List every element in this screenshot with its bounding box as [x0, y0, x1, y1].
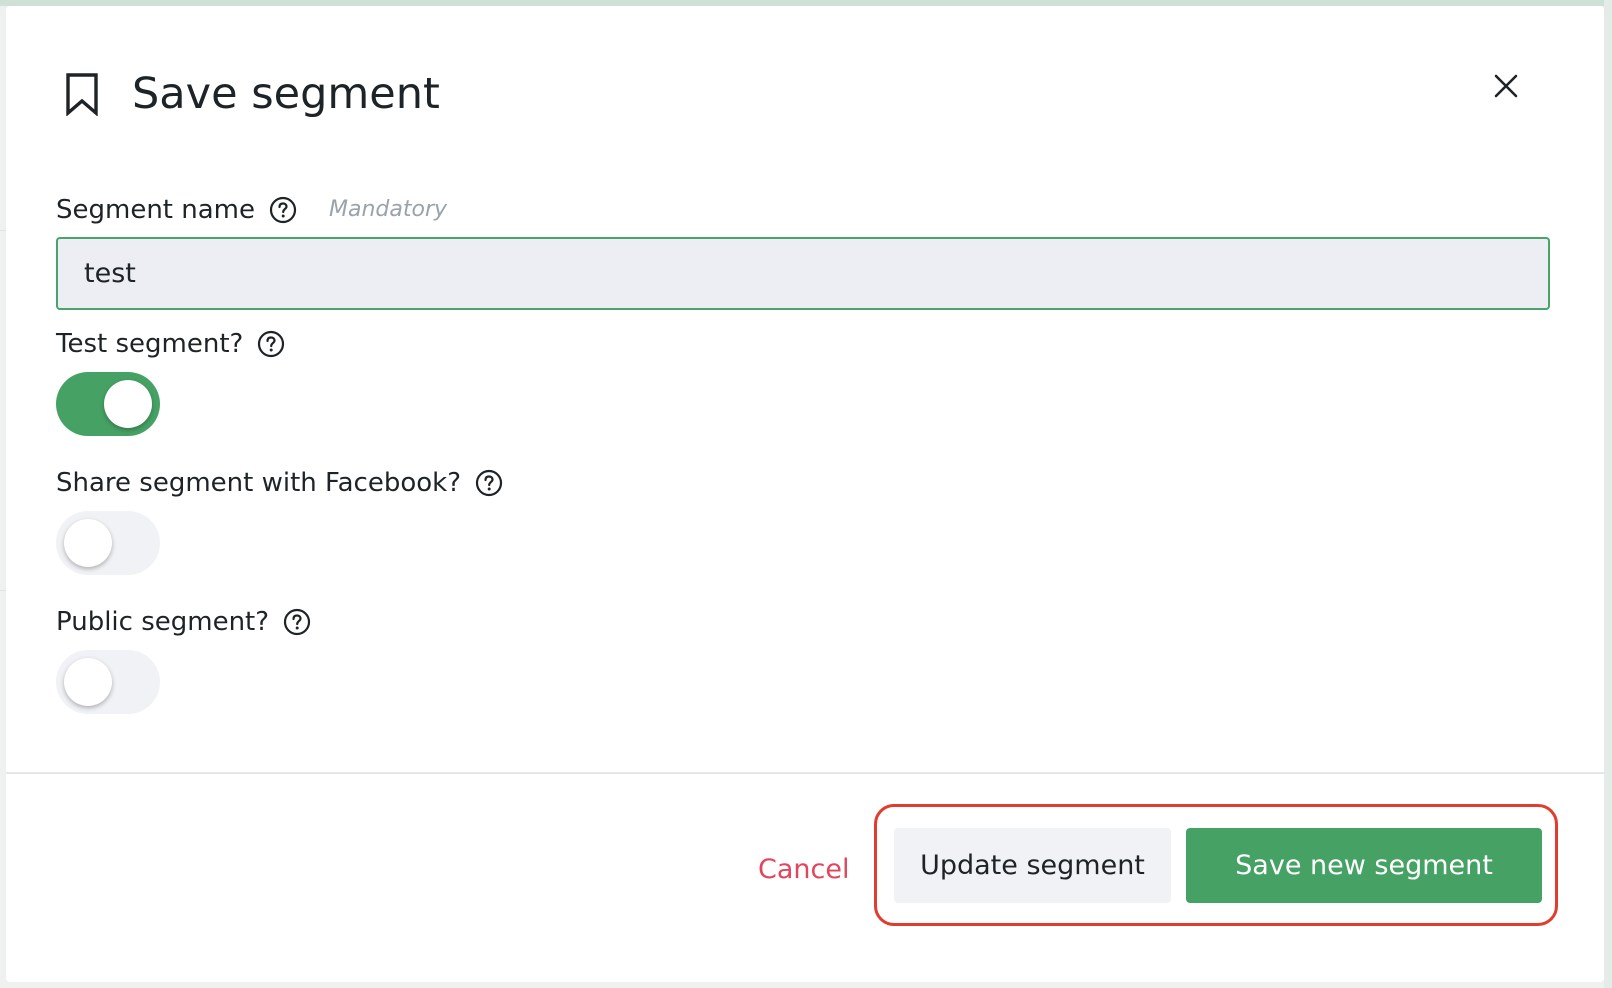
- footer-divider: [6, 772, 1604, 774]
- public-segment-label-row: Public segment?: [56, 605, 311, 639]
- dialog-title: Save segment: [132, 69, 440, 119]
- share-facebook-label-row: Share segment with Facebook?: [56, 466, 503, 500]
- toggle-knob: [64, 658, 112, 706]
- bookmark-icon: [66, 73, 98, 116]
- share-facebook-toggle[interactable]: [56, 511, 160, 575]
- dialog-header: Save segment: [6, 6, 1604, 156]
- cancel-button[interactable]: Cancel: [758, 838, 849, 902]
- test-segment-label: Test segment?: [56, 329, 244, 359]
- test-segment-toggle[interactable]: [56, 372, 160, 436]
- save-new-segment-label: Save new segment: [1235, 850, 1493, 881]
- segment-name-input[interactable]: [56, 237, 1550, 310]
- public-segment-label: Public segment?: [56, 607, 270, 637]
- help-icon[interactable]: [269, 196, 297, 224]
- public-segment-toggle[interactable]: [56, 650, 160, 714]
- update-segment-button[interactable]: Update segment: [894, 828, 1171, 903]
- save-new-segment-button[interactable]: Save new segment: [1186, 828, 1542, 903]
- segment-name-label-row: Segment name Mandatory: [56, 193, 447, 227]
- mandatory-hint: Mandatory: [329, 197, 448, 222]
- close-icon[interactable]: [1490, 70, 1522, 102]
- help-icon[interactable]: [475, 469, 503, 497]
- toggle-knob: [104, 380, 152, 428]
- segment-name-label: Segment name: [56, 195, 255, 225]
- help-icon[interactable]: [257, 330, 285, 358]
- help-icon[interactable]: [283, 608, 311, 636]
- update-segment-label: Update segment: [920, 850, 1145, 881]
- share-facebook-label: Share segment with Facebook?: [56, 468, 461, 498]
- backdrop-right-strip: [1604, 0, 1612, 988]
- test-segment-label-row: Test segment?: [56, 327, 285, 361]
- toggle-knob: [64, 519, 112, 567]
- save-segment-dialog: Save segment Segment name Mandatory Test…: [6, 6, 1604, 982]
